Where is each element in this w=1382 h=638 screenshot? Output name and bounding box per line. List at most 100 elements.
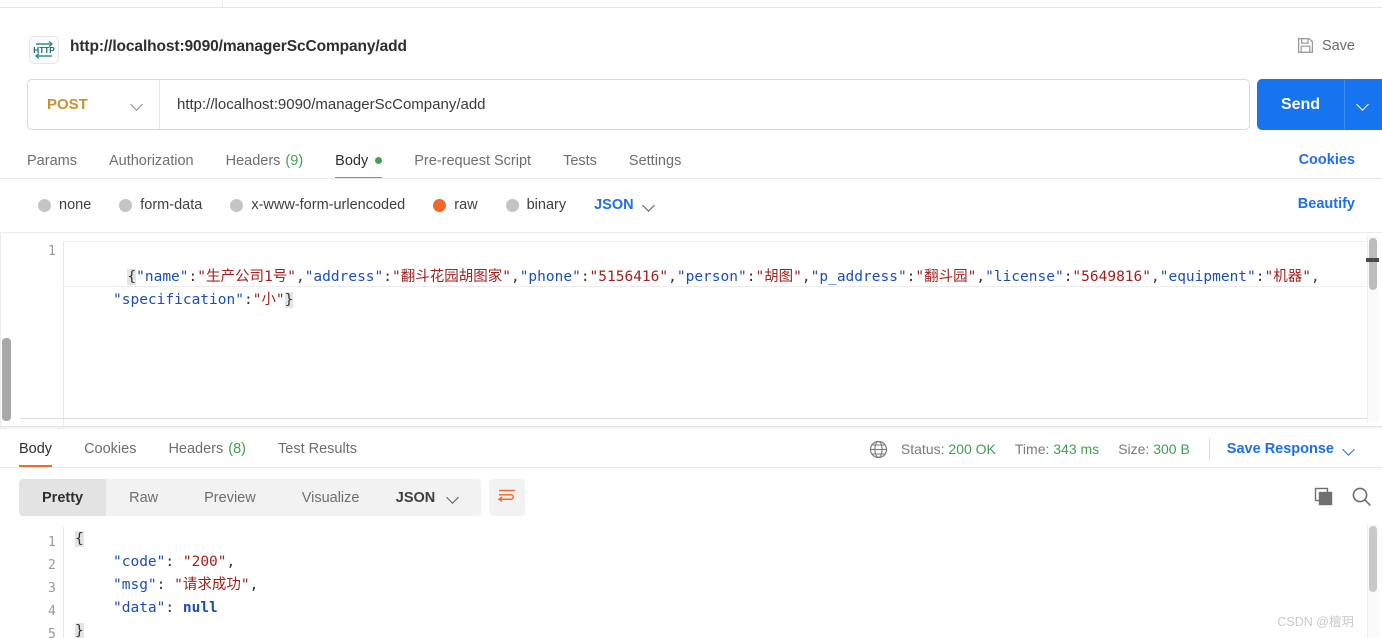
body-type-form-data[interactable]: form-data — [119, 186, 202, 224]
editor-code-guide — [63, 241, 64, 426]
postman-window: HTTP http://localhost:9090/managerScComp… — [0, 0, 1382, 638]
body-format-select[interactable]: JSON — [594, 186, 655, 224]
chevron-down-icon — [1358, 99, 1369, 110]
editor-left-rail — [0, 232, 1, 426]
response-pane-divider[interactable] — [0, 426, 1382, 429]
tab-headers[interactable]: Headers (9) — [226, 142, 304, 179]
chevron-down-icon — [1344, 444, 1355, 455]
request-json-code[interactable]: {"name":"生产公司1号","address":"翻斗花园胡图家","ph… — [75, 243, 1362, 358]
request-title-row: HTTP http://localhost:9090/managerScComp… — [0, 9, 1382, 71]
url-input[interactable]: http://localhost:9090/managerScCompany/a… — [160, 80, 1249, 129]
copy-icon[interactable] — [1314, 487, 1334, 512]
body-type-label: x-www-form-urlencoded — [251, 197, 406, 213]
response-json-code: {"code": "200", "msg": "请求成功", "data": nul… — [75, 531, 259, 638]
svg-text:HTTP: HTTP — [33, 46, 55, 55]
http-method-label: POST — [47, 96, 88, 113]
radio-icon — [505, 198, 519, 212]
response-format-select[interactable]: JSON — [374, 479, 481, 516]
http-icon: HTTP — [29, 36, 59, 64]
tab-settings[interactable]: Settings — [629, 142, 681, 179]
response-size: Size: 300 B — [1118, 441, 1190, 457]
save-response-label: Save Response — [1226, 441, 1334, 457]
body-type-binary[interactable]: binary — [505, 186, 567, 224]
word-wrap-icon — [497, 488, 516, 507]
save-response-button[interactable]: Save Response — [1227, 441, 1355, 457]
request-body-editor[interactable]: 1 {"name":"生产公司1号","address":"翻斗花园胡图家","… — [0, 232, 1382, 426]
tab-label: Test Results — [278, 440, 357, 457]
size-label: Size: — [1118, 441, 1150, 457]
tab-label: Cookies — [84, 440, 137, 457]
tab-strip-right — [222, 0, 1382, 8]
view-raw[interactable]: Raw — [106, 479, 181, 516]
save-button-label: Save — [1321, 37, 1355, 54]
line-number: 1 — [48, 244, 56, 259]
line-number: 5 — [48, 627, 56, 638]
word-wrap-button[interactable] — [489, 479, 525, 516]
tab-count: (9) — [285, 152, 304, 169]
tab-label: Authorization — [108, 152, 194, 169]
beautify-link[interactable]: Beautify — [1298, 196, 1355, 212]
tab-label: Pre-request Script — [414, 152, 532, 169]
status-label: Status: — [900, 441, 945, 457]
view-pretty[interactable]: Pretty — [19, 479, 107, 516]
http-method-select[interactable]: POST — [28, 80, 160, 129]
search-icon[interactable] — [1351, 486, 1372, 512]
tab-label: Headers — [225, 152, 281, 169]
request-editor-scroll-marker — [1366, 258, 1379, 262]
sidebar-scrollbar-thumb[interactable] — [2, 338, 11, 421]
editor-bottom-divider — [20, 418, 1370, 419]
response-body-viewer[interactable]: 1 2 3 4 5 {"code": "200", "msg": "请求成功", "… — [0, 522, 1382, 638]
request-tabs: Params Authorization Headers (9) Body Pr… — [0, 142, 1382, 179]
response-status-group: Status: 200 OK Time: 343 ms Size: 300 B … — [869, 430, 1355, 468]
workspace-tab-strip — [0, 0, 1382, 8]
cookies-link[interactable]: Cookies — [1299, 152, 1355, 168]
tab-count: (8) — [228, 440, 246, 457]
body-type-none[interactable]: none — [38, 186, 91, 224]
response-tab-test-results[interactable]: Test Results — [278, 430, 357, 467]
tab-label: Settings — [628, 152, 682, 169]
send-options-button[interactable] — [1345, 79, 1382, 130]
body-type-row: none form-data x-www-form-urlencoded raw… — [0, 186, 1382, 224]
response-tab-headers[interactable]: Headers (8) — [168, 430, 246, 467]
body-type-label: binary — [526, 197, 567, 213]
time-value: 343 ms — [1053, 441, 1100, 457]
tab-label: Body — [19, 440, 53, 457]
floppy-disk-icon — [1297, 37, 1314, 54]
watermark: CSDN @檀玥 — [1277, 615, 1354, 629]
page-title: http://localhost:9090/managerScCompany/a… — [70, 38, 407, 55]
radio-icon — [230, 198, 244, 212]
body-type-raw[interactable]: raw — [433, 186, 478, 224]
response-tab-body[interactable]: Body — [19, 430, 53, 467]
radio-icon — [38, 198, 51, 212]
body-type-label: raw — [454, 197, 478, 213]
tab-body[interactable]: Body — [335, 142, 383, 179]
response-view-switcher: Pretty Raw Preview Visualize — [19, 479, 383, 516]
response-code-guide — [63, 527, 64, 638]
response-time: Time: 343 ms — [1015, 441, 1099, 457]
radio-selected-icon — [433, 198, 447, 212]
response-tab-cookies[interactable]: Cookies — [84, 430, 136, 467]
tab-label: Headers — [168, 440, 224, 457]
response-toolbar: Pretty Raw Preview Visualize JSON — [0, 476, 1382, 520]
tab-label: Body — [335, 152, 369, 169]
response-scrollbar-thumb[interactable] — [1369, 526, 1377, 592]
save-button[interactable]: Save — [1297, 37, 1355, 54]
send-button[interactable]: Send — [1257, 79, 1382, 130]
tab-pre-request-script[interactable]: Pre-request Script — [414, 142, 531, 179]
request-editor-scrollbar-thumb[interactable] — [1369, 238, 1377, 290]
tab-strip-left — [0, 0, 222, 8]
body-type-label: form-data — [140, 197, 203, 213]
body-type-x-www-form-urlencoded[interactable]: x-www-form-urlencoded — [230, 186, 405, 224]
line-number: 2 — [48, 558, 56, 573]
view-visualize[interactable]: Visualize — [279, 479, 383, 516]
view-preview[interactable]: Preview — [181, 479, 279, 516]
body-present-dot-icon — [375, 157, 383, 164]
url-bar: POST http://localhost:9090/managerScComp… — [27, 79, 1250, 130]
tab-params[interactable]: Params — [27, 142, 77, 179]
chevron-down-icon — [448, 492, 459, 503]
tab-label: Tests — [563, 152, 597, 169]
tab-tests[interactable]: Tests — [563, 142, 597, 179]
chevron-down-icon — [132, 99, 143, 110]
tab-authorization[interactable]: Authorization — [109, 142, 194, 179]
line-number: 4 — [48, 604, 56, 619]
